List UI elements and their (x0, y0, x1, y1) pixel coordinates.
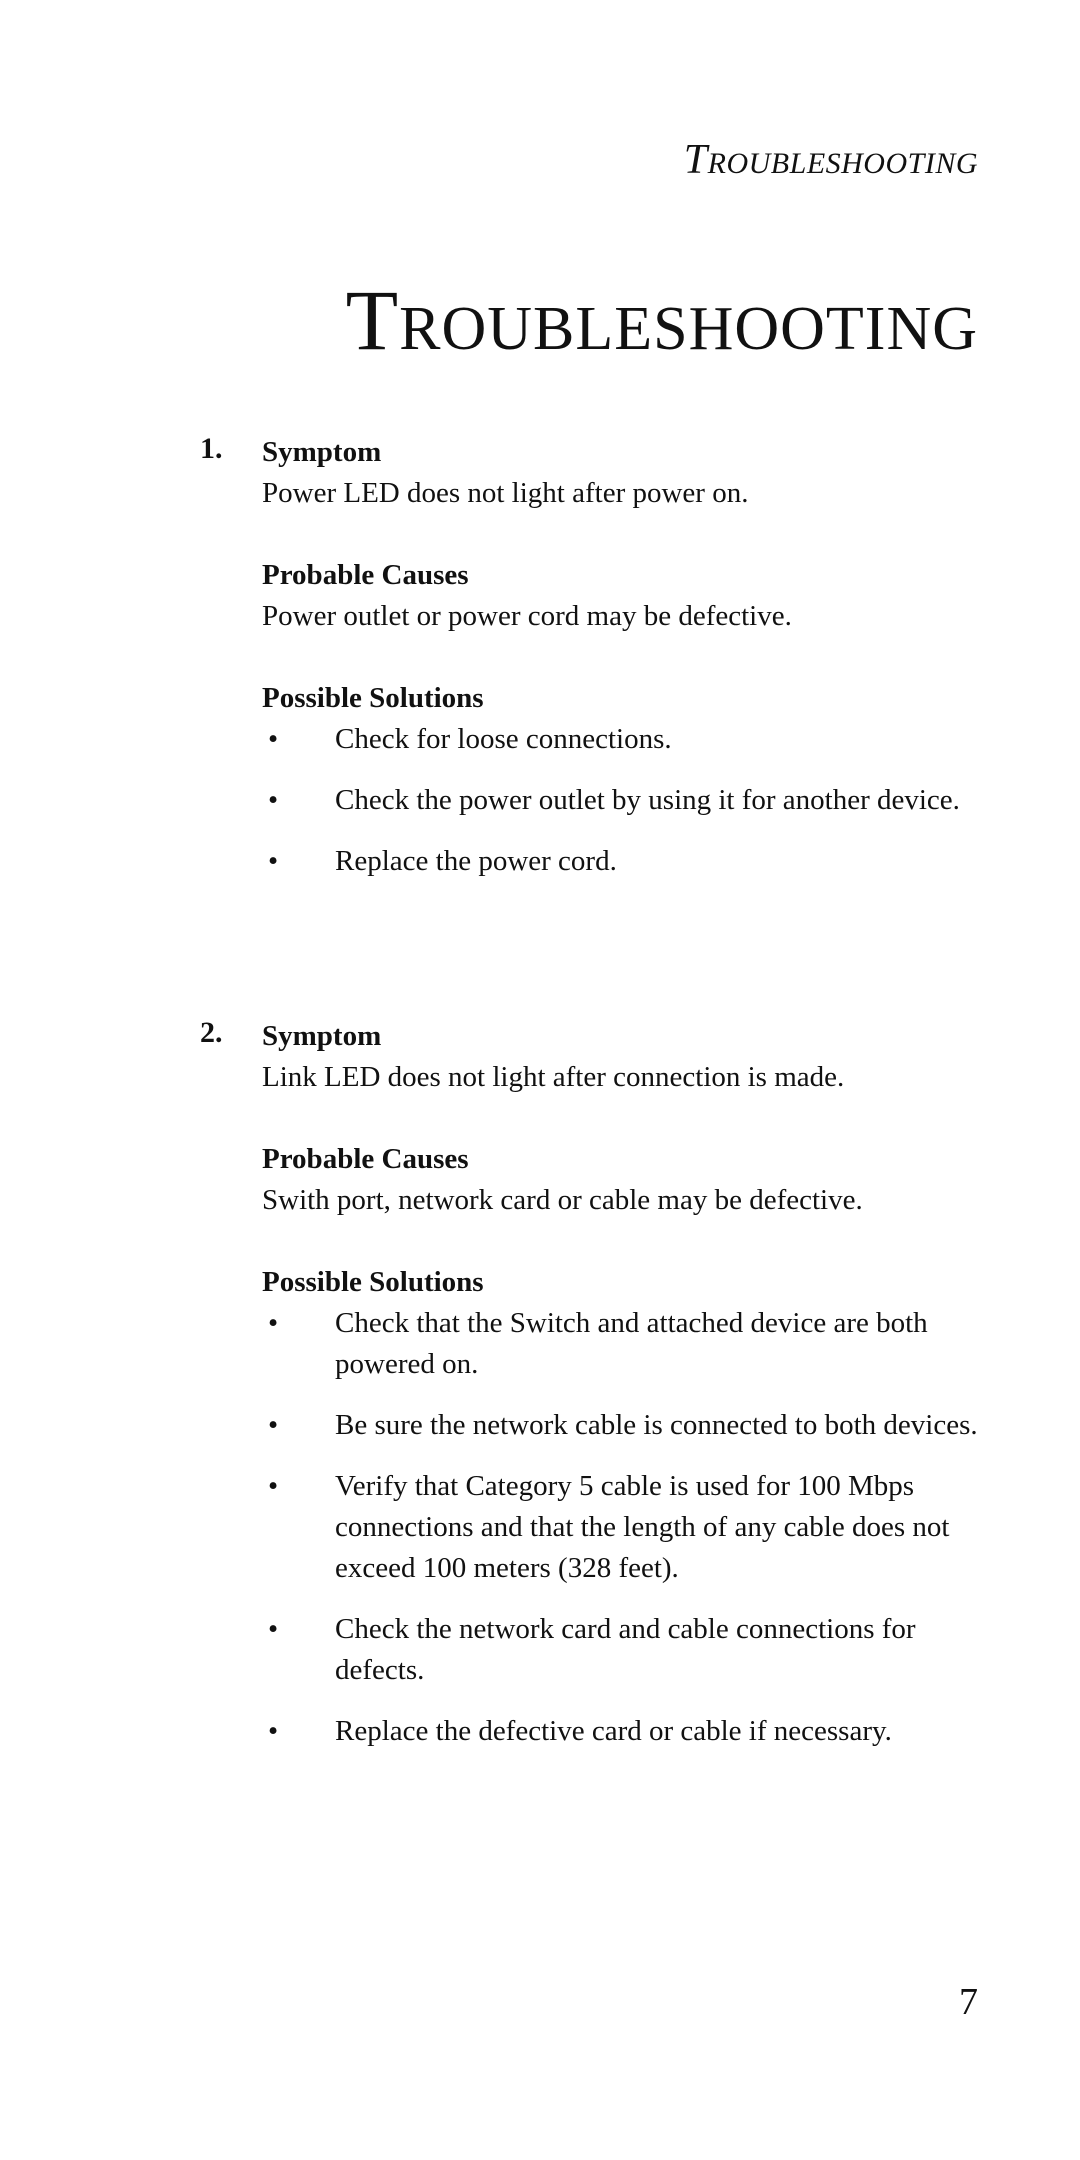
symptom-text: Power LED does not light after power on. (262, 477, 749, 509)
title-rest: ROUBLESHOOTING (399, 295, 978, 363)
solution-item: • Replace the power cord. (262, 841, 1000, 882)
causes-text: Power outlet or power cord may be defect… (262, 600, 792, 632)
solution-text: Replace the power cord. (335, 845, 617, 877)
causes-text: Swith port, network card or cable may be… (262, 1184, 863, 1216)
running-header: TROUBLESHOOTING (684, 136, 978, 184)
running-header-rest: ROUBLESHOOTING (707, 147, 978, 180)
solution-item: • Verify that Category 5 cable is used fo… (262, 1466, 1000, 1589)
bullet-icon: • (268, 1409, 279, 1441)
solutions-list: • Check that the Switch and attached devi… (262, 1303, 1000, 1752)
causes-heading: Probable Causes (262, 1143, 469, 1175)
solution-text: Check that the Switch and attached devic… (335, 1307, 928, 1380)
item-number: 2. (200, 1016, 223, 1049)
symptom-heading: Symptom (262, 1020, 382, 1052)
troubleshooting-item-2: 2. Symptom Link LED does not light after… (200, 1016, 1000, 1772)
bullet-icon: • (268, 1613, 279, 1645)
solutions-heading: Possible Solutions (262, 1266, 484, 1298)
bullet-icon: • (268, 845, 279, 877)
solutions-heading: Possible Solutions (262, 682, 484, 714)
causes-heading: Probable Causes (262, 559, 469, 591)
bullet-icon: • (268, 723, 279, 755)
title-initial: T (345, 272, 400, 368)
solutions-list: • Check for loose connections. • Check the… (262, 719, 1000, 882)
solution-text: Replace the defective card or cable if n… (335, 1715, 892, 1747)
solution-item: • Be sure the network cable is connected … (262, 1405, 1000, 1446)
solution-text: Check for loose connections. (335, 723, 672, 755)
solution-text: Verify that Category 5 cable is used for… (335, 1470, 950, 1584)
solution-item: • Check the power outlet by using it for … (262, 780, 1000, 821)
solution-item: • Replace the defective card or cable if … (262, 1711, 1000, 1752)
solution-item: • Check for loose connections. (262, 719, 1000, 760)
page-title: TROUBLESHOOTING (346, 270, 978, 370)
solution-item: • Check the network card and cable connec… (262, 1609, 1000, 1691)
page-number: 7 (959, 1981, 978, 2023)
solution-text: Check the network card and cable connect… (335, 1613, 916, 1686)
solution-text: Be sure the network cable is connected t… (335, 1409, 978, 1441)
symptom-text: Link LED does not light after connection… (262, 1061, 845, 1093)
symptom-heading: Symptom (262, 436, 382, 468)
bullet-icon: • (268, 1715, 279, 1747)
bullet-icon: • (268, 1307, 279, 1339)
bullet-icon: • (268, 1470, 279, 1502)
item-number: 1. (200, 432, 223, 465)
solution-text: Check the power outlet by using it for a… (335, 784, 960, 816)
troubleshooting-item-1: 1. Symptom Power LED does not light afte… (200, 432, 1000, 902)
running-header-initial: T (683, 137, 708, 183)
solution-item: • Check that the Switch and attached devi… (262, 1303, 1000, 1385)
bullet-icon: • (268, 784, 279, 816)
